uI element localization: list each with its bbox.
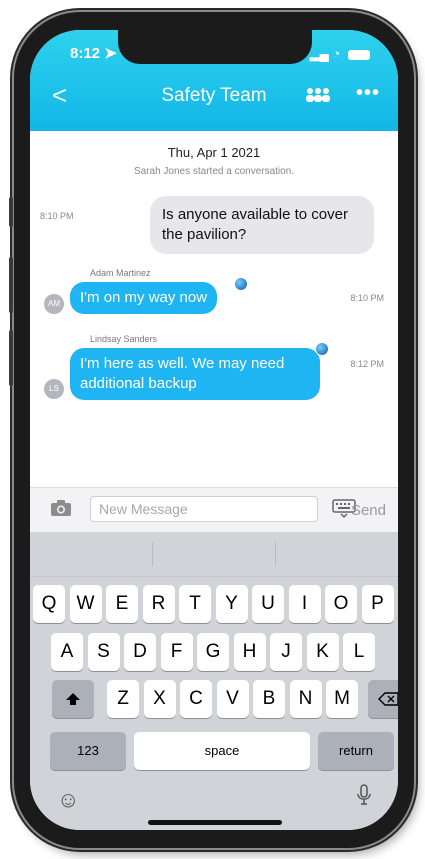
status-time: 8:12 ➤: [70, 45, 117, 62]
volume-down-button: [9, 330, 13, 386]
globe-icon: [316, 343, 328, 355]
conversation-date: Thu, Apr 1 2021: [167, 145, 261, 160]
conversation-started-notice: Sarah Jones started a conversation.: [133, 166, 295, 177]
mute-switch: [9, 197, 13, 227]
wifi-icon: ◔: [332, 46, 341, 61]
key-m[interactable]: M: [326, 680, 358, 718]
message-time: 8:10 PM: [350, 293, 384, 303]
key-p[interactable]: P: [361, 585, 394, 623]
key-g[interactable]: G: [197, 633, 229, 671]
key-z[interactable]: Z: [107, 680, 139, 718]
key-d[interactable]: D: [124, 633, 156, 671]
key-l[interactable]: L: [343, 633, 375, 671]
delete-key[interactable]: [368, 680, 398, 718]
avatar[interactable]: AM: [44, 294, 64, 314]
key-h[interactable]: H: [233, 633, 266, 671]
compose-bar: Send: [30, 487, 398, 533]
message-input[interactable]: [90, 496, 318, 522]
status-icons: ▂▄ ◔: [310, 46, 370, 62]
message-bubble-sent[interactable]: I'm here as well. We may need additional…: [70, 348, 320, 400]
key-s[interactable]: S: [87, 633, 120, 671]
space-key[interactable]: space: [134, 732, 310, 770]
key-u[interactable]: U: [252, 585, 284, 623]
shift-key[interactable]: [52, 680, 94, 718]
key-a[interactable]: A: [51, 633, 83, 671]
key-n[interactable]: N: [289, 680, 322, 718]
avatar[interactable]: LS: [44, 379, 64, 399]
emoji-icon[interactable]: ☺: [57, 787, 79, 813]
key-c[interactable]: C: [180, 680, 212, 718]
return-key[interactable]: return: [318, 732, 394, 770]
message-time: 8:10 PM: [40, 211, 74, 221]
key-f[interactable]: F: [160, 633, 193, 671]
key-j[interactable]: J: [270, 633, 302, 671]
keyboard: QWERTYUIOP ASDFGHJKL ZXCVBNM 123 space r…: [30, 532, 398, 830]
send-button[interactable]: Send: [351, 502, 386, 519]
message-bubble-received[interactable]: Is anyone available to cover the pavilio…: [150, 196, 374, 254]
battery-icon: [348, 49, 370, 60]
key-q[interactable]: Q: [33, 585, 65, 623]
key-v[interactable]: V: [216, 680, 249, 718]
message-bubble-sent[interactable]: I'm on my way now: [70, 282, 218, 314]
signal-icon: ▂▄: [309, 46, 329, 61]
message-time: 8:12 PM: [350, 359, 384, 369]
message-sender: Adam Martinez: [90, 268, 151, 278]
message-sender: Lindsay Sanders: [90, 334, 158, 344]
participants-icon[interactable]: [304, 86, 332, 109]
suggestion-bar[interactable]: [30, 532, 398, 577]
phone-notch: [118, 30, 312, 64]
conversation-title: Safety Team: [161, 85, 267, 106]
key-t[interactable]: T: [179, 585, 211, 623]
key-b[interactable]: B: [253, 680, 285, 718]
volume-up-button: [9, 257, 13, 313]
key-y[interactable]: Y: [215, 585, 248, 623]
key-w[interactable]: W: [69, 585, 102, 623]
more-options-button[interactable]: •••: [356, 82, 380, 105]
key-k[interactable]: K: [306, 633, 339, 671]
key-x[interactable]: X: [143, 680, 176, 718]
microphone-icon[interactable]: [356, 784, 372, 812]
phone-frame: 8:12 ➤ ▂▄ ◔ < Safety Team ••• Thu, Apr 1…: [9, 12, 414, 848]
camera-icon[interactable]: [50, 499, 72, 522]
message-list: Thu, Apr 1 2021 Sarah Jones started a co…: [30, 131, 398, 487]
numbers-key[interactable]: 123: [50, 732, 126, 770]
globe-icon: [235, 278, 247, 290]
key-i[interactable]: I: [288, 585, 321, 623]
screen: 8:12 ➤ ▂▄ ◔ < Safety Team ••• Thu, Apr 1…: [30, 30, 398, 830]
key-e[interactable]: E: [106, 585, 138, 623]
key-r[interactable]: R: [142, 585, 175, 623]
home-indicator[interactable]: [148, 820, 282, 825]
key-o[interactable]: O: [325, 585, 357, 623]
